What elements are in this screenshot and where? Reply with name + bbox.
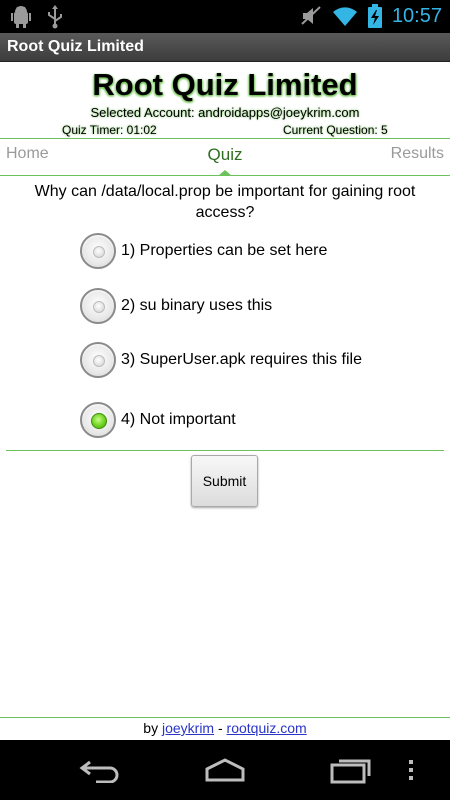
answer-label: 1) Properties can be set here — [121, 242, 328, 259]
app-heading: Root Quiz Limited — [92, 67, 358, 102]
back-icon[interactable] — [70, 754, 130, 786]
answer-label: 2) su binary uses this — [121, 297, 273, 314]
app-title: Root Quiz Limited — [7, 38, 144, 55]
navigation-bar — [0, 740, 450, 800]
main-content: Root Quiz Limited Selected Account: andr… — [0, 62, 450, 717]
status-bar: 10:57 — [0, 0, 450, 33]
tab-home[interactable]: Home — [6, 145, 49, 163]
submit-button[interactable]: Submit — [191, 455, 258, 507]
site-link[interactable]: rootquiz.com — [227, 720, 307, 736]
author-link[interactable]: joeykrim — [162, 720, 214, 736]
battery-charging-icon — [367, 4, 382, 28]
app-title-bar: Root Quiz Limited — [0, 33, 450, 62]
tab-quiz[interactable]: Quiz — [0, 145, 450, 165]
answer-option-3[interactable]: 3) SuperUser.apk requires this file — [80, 341, 362, 379]
answer-option-4[interactable]: 4) Not important — [80, 401, 236, 439]
muted-icon — [300, 4, 322, 28]
answer-label: 3) SuperUser.apk requires this file — [121, 351, 362, 368]
home-icon[interactable] — [195, 754, 255, 786]
tab-results[interactable]: Results — [391, 145, 444, 163]
answer-label: 4) Not important — [121, 411, 236, 428]
radio-button-checked[interactable] — [80, 402, 116, 438]
radio-button[interactable] — [80, 288, 116, 324]
usb-icon — [44, 5, 66, 29]
wifi-icon — [332, 4, 358, 28]
footer-separator: - — [217, 720, 223, 736]
footer-by: by — [143, 720, 159, 736]
footer-divider — [0, 717, 450, 718]
radio-button[interactable] — [80, 342, 116, 378]
divider — [6, 450, 444, 451]
tab-indicator — [218, 170, 232, 176]
footer: by joeykrim - rootquiz.com — [0, 720, 450, 736]
answer-option-2[interactable]: 2) su binary uses this — [80, 287, 272, 325]
clock-time: 10:57 — [391, 4, 442, 27]
current-question: Current Question: 5 — [283, 123, 388, 137]
radio-button[interactable] — [80, 233, 116, 269]
recent-apps-icon[interactable] — [322, 754, 382, 786]
tab-bar: Quiz Home Results — [0, 138, 450, 176]
quiz-timer: Quiz Timer: 01:02 — [62, 123, 157, 137]
android-debug-icon — [10, 5, 32, 29]
selected-account: Selected Account: androidapps@joeykrim.c… — [90, 105, 360, 120]
menu-icon[interactable] — [396, 754, 426, 786]
answer-option-1[interactable]: 1) Properties can be set here — [80, 232, 327, 270]
question-text: Why can /data/local.prop be important fo… — [34, 183, 416, 221]
